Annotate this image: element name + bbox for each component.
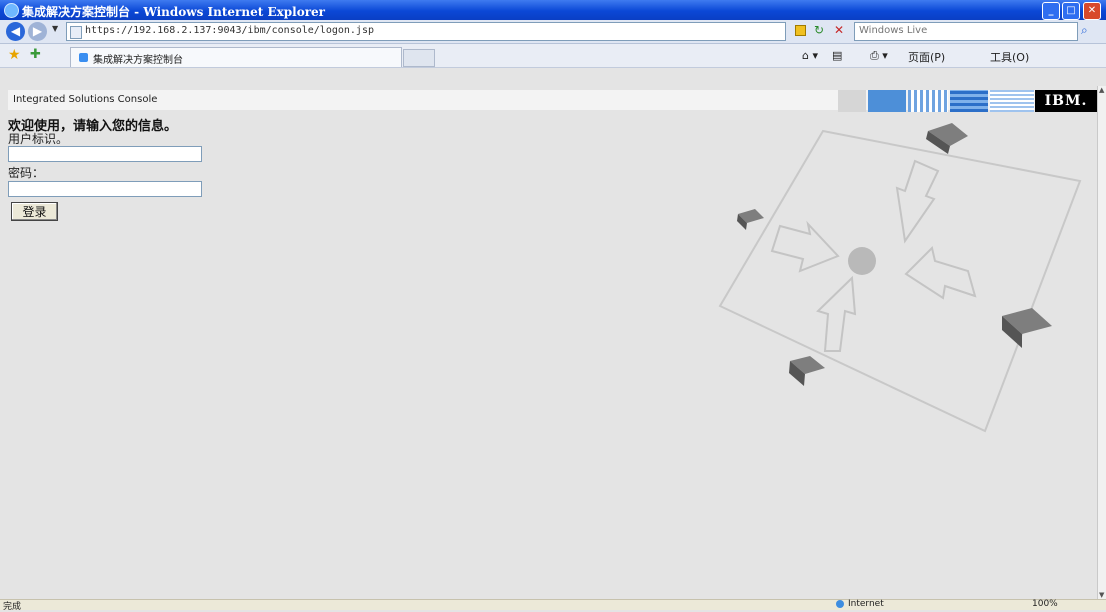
add-favorite-icon[interactable]: ✚: [30, 47, 41, 62]
forward-arrow-icon[interactable]: ▶: [28, 22, 47, 41]
console-illustration: [718, 123, 1082, 433]
favorites-star-icon[interactable]: ★: [8, 47, 21, 63]
window-titlebar: 集成解决方案控制台 - Windows Internet Explorer _ …: [0, 0, 1106, 20]
userid-label: 用户标识。: [8, 132, 69, 146]
arrow-top: [895, 159, 940, 244]
arrow-left: [770, 220, 840, 273]
address-toolbar: ◀ ▶ ▼ https://192.168.2.137:9043/ibm/con…: [0, 20, 1106, 44]
scroll-up-icon[interactable]: ▲: [1099, 86, 1104, 94]
arrow-bottom: [816, 275, 857, 352]
tab-console[interactable]: 集成解决方案控制台: [70, 47, 402, 67]
stop-icon[interactable]: ✕: [834, 23, 844, 37]
page-icon: [79, 53, 88, 62]
search-box[interactable]: [854, 22, 1078, 41]
minimize-button[interactable]: _: [1042, 2, 1060, 20]
close-button[interactable]: ✕: [1083, 2, 1101, 20]
status-bar: 完成 Internet 100%: [0, 599, 1106, 612]
home-icon[interactable]: ⌂ ▾: [802, 49, 818, 62]
feeds-icon[interactable]: ▤: [832, 49, 842, 62]
status-text: 完成: [3, 602, 22, 612]
scrollbar[interactable]: ▲ ▼: [1097, 86, 1106, 599]
search-input[interactable]: [855, 23, 1073, 38]
window-title: 集成解决方案控制台 - Windows Internet Explorer: [22, 5, 325, 19]
scroll-down-icon[interactable]: ▼: [1099, 591, 1104, 599]
new-tab-button[interactable]: [403, 49, 435, 67]
userid-field[interactable]: [8, 146, 202, 162]
app-name: Integrated Solutions Console: [13, 94, 158, 105]
page-menu[interactable]: 页面(P): [908, 49, 945, 65]
tab-label: 集成解决方案控制台: [93, 55, 183, 66]
url-text[interactable]: https://192.168.2.137:9043/ibm/console/l…: [85, 25, 374, 36]
security-zone: Internet: [848, 599, 884, 609]
password-label: 密码：: [8, 166, 45, 180]
password-field[interactable]: [8, 181, 202, 197]
login-button[interactable]: 登录: [11, 202, 58, 221]
tools-menu[interactable]: 工具(O): [990, 49, 1029, 65]
refresh-icon[interactable]: ↻: [814, 23, 824, 37]
back-arrow-icon[interactable]: ◀: [6, 22, 25, 41]
history-dropdown-icon[interactable]: ▼: [52, 24, 58, 33]
address-field[interactable]: https://192.168.2.137:9043/ibm/console/l…: [66, 22, 786, 41]
arrow-right: [904, 246, 977, 300]
search-icon[interactable]: ⌕: [1081, 23, 1088, 38]
print-icon[interactable]: ⎙ ▾: [870, 49, 888, 63]
lock-icon[interactable]: [795, 25, 806, 36]
center-circle: [848, 247, 876, 275]
ie-icon: [4, 3, 19, 18]
frame-outline: [718, 129, 1082, 433]
zoom-level[interactable]: 100%: [1032, 599, 1058, 609]
favorites-toolbar: ★ ✚ 集成解决方案控制台 ⌂ ▾ ▤ ⎙ ▾ 页面(P) 工具(O): [0, 44, 1106, 68]
globe-icon: [836, 600, 844, 608]
page-content: Integrated Solutions Console IBM. 欢迎使用，请…: [0, 86, 1097, 599]
page-icon: [70, 26, 82, 39]
maximize-button[interactable]: □: [1062, 2, 1080, 20]
